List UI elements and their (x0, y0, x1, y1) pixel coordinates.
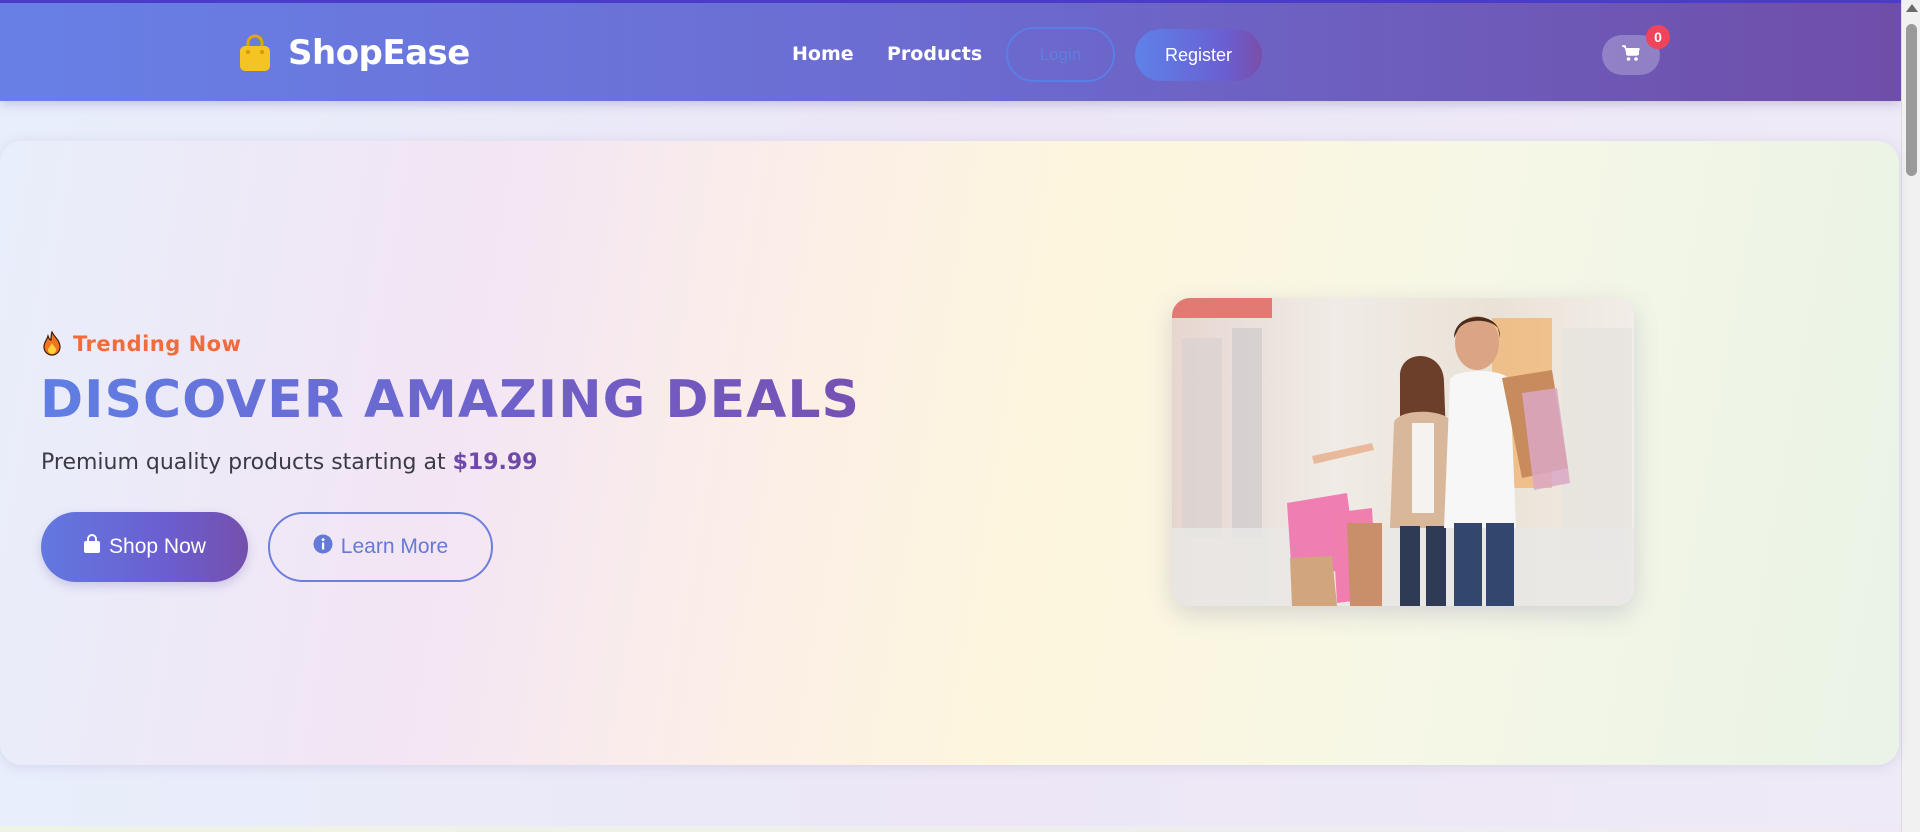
shop-now-button[interactable]: Shop Now (41, 512, 248, 582)
scrollbar-thumb[interactable] (1906, 24, 1917, 176)
brand-name: ShopEase (288, 33, 470, 73)
next-section-edge (0, 826, 1901, 832)
trending-label: Trending Now (41, 330, 242, 357)
hero-headline: DISCOVER AMAZING DEALS (40, 370, 860, 430)
learn-more-button[interactable]: Learn More (268, 512, 493, 582)
brand-logo[interactable]: ShopEase (238, 33, 470, 73)
hero-subtitle: Premium quality products starting at $19… (41, 450, 537, 475)
starting-price: $19.99 (452, 450, 538, 475)
scroll-up-arrow-icon[interactable] (1906, 4, 1918, 12)
shopping-bag-icon (83, 534, 101, 560)
shopping-bag-icon (238, 33, 272, 73)
navbar: ShopEase Home Products Login Register 0 (0, 0, 1901, 101)
info-icon (313, 534, 333, 560)
subtitle-text: Premium quality products starting at (41, 450, 446, 475)
nav-link-products[interactable]: Products (887, 43, 982, 65)
cart-count-badge: 0 (1646, 25, 1670, 49)
register-button[interactable]: Register (1135, 29, 1262, 81)
hero-image (1172, 298, 1634, 606)
nav-link-home[interactable]: Home (792, 43, 854, 65)
learn-more-label: Learn More (340, 535, 449, 558)
fire-icon (41, 330, 63, 357)
shop-now-label: Shop Now (109, 535, 206, 558)
vertical-scrollbar[interactable] (1901, 0, 1920, 832)
trending-text: Trending Now (73, 332, 242, 356)
cart-icon (1621, 44, 1641, 66)
login-button[interactable]: Login (1006, 27, 1115, 82)
